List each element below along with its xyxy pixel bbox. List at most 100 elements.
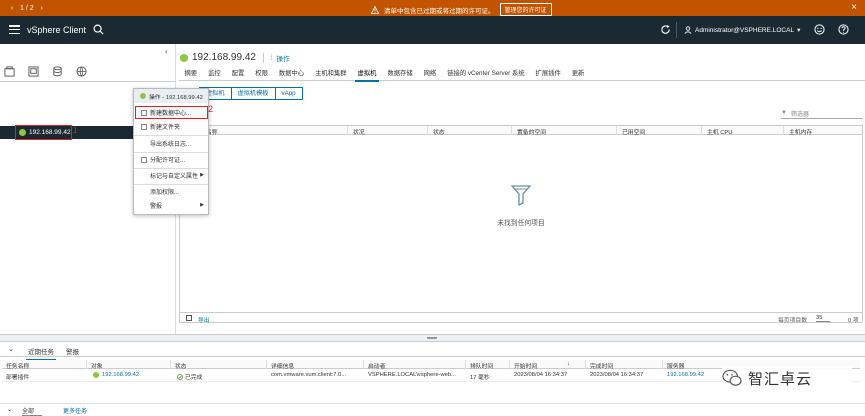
banner-pager: ‹ 1 / 2 › bbox=[8, 3, 46, 13]
hosts-clusters-icon[interactable] bbox=[4, 66, 15, 77]
column-toggle-icon[interactable] bbox=[186, 315, 192, 321]
tab-monitor[interactable]: 监控 bbox=[203, 69, 227, 81]
tab-hosts-clusters[interactable]: 主机和集群 bbox=[310, 69, 352, 81]
host-icon bbox=[93, 372, 99, 378]
menu-item-export-logs[interactable]: 导出系统日志... bbox=[134, 137, 208, 150]
networking-icon[interactable] bbox=[76, 66, 87, 77]
tab-configure[interactable]: 配置 bbox=[226, 69, 250, 81]
user-menu[interactable]: Administrator@VSPHERE.LOCAL ▾ bbox=[684, 26, 800, 34]
prev-icon[interactable]: ‹ bbox=[8, 5, 16, 12]
help-icon[interactable] bbox=[838, 24, 849, 35]
host-icon bbox=[19, 129, 26, 136]
tab-networks[interactable]: 网络 bbox=[418, 69, 442, 81]
more-vertical-icon: ⋮ bbox=[267, 53, 275, 61]
items-per-page-select[interactable]: 35 bbox=[816, 315, 831, 322]
col-completion[interactable]: 完成时间 bbox=[590, 361, 613, 370]
menu-label: 新建数据中心... bbox=[150, 111, 192, 117]
col-used[interactable]: 已用空间 bbox=[622, 127, 645, 136]
storage-icon[interactable] bbox=[52, 66, 63, 77]
page-title: 192.168.99.42 bbox=[192, 52, 256, 63]
manage-license-button[interactable]: 管理您的许可证 bbox=[499, 3, 552, 16]
tab-datacenters[interactable]: 数据中心 bbox=[273, 69, 309, 81]
empty-message: 未找到任何项目 bbox=[497, 220, 545, 227]
col-queued[interactable]: 排队时间 bbox=[470, 361, 493, 370]
menu-item-add-permission[interactable]: 添加权限... bbox=[134, 185, 208, 198]
tab-summary[interactable]: 摘要 bbox=[179, 69, 203, 81]
splitter-grip-icon bbox=[427, 337, 437, 339]
col-provisioned[interactable]: 置备的空间 bbox=[517, 127, 546, 136]
tab-datastores[interactable]: 数据存储 bbox=[382, 69, 418, 81]
tab-permissions[interactable]: 权限 bbox=[250, 69, 274, 81]
submenu-arrow-icon: ▶ bbox=[200, 202, 204, 208]
more-tasks-link[interactable]: 更多任务 bbox=[63, 406, 87, 415]
vms-templates-icon[interactable] bbox=[28, 66, 39, 77]
task-end: 2023/08/04 16:34:37 bbox=[590, 372, 644, 378]
menu-label: 分配许可证... bbox=[150, 158, 186, 164]
sort-arrow-icon[interactable]: ↓ bbox=[567, 361, 570, 367]
col-task-name[interactable]: 任务名称 bbox=[6, 361, 29, 370]
feedback-smile-icon[interactable] bbox=[814, 24, 825, 35]
tab-alarms[interactable]: 警报 bbox=[66, 346, 79, 356]
task-server[interactable]: 192.168.99.42 bbox=[667, 372, 704, 378]
tab-recent-tasks[interactable]: 近期任务 bbox=[26, 346, 56, 361]
col-server[interactable]: 服务器 bbox=[667, 361, 684, 370]
col-status[interactable]: 状态 bbox=[175, 361, 187, 370]
tab-extensions[interactable]: 扩展插件 bbox=[530, 69, 566, 81]
task-details: com.vmware.vum.client:7.0... bbox=[271, 372, 347, 378]
menu-item-tags[interactable]: 标记与自定义属性 ▶ bbox=[134, 169, 208, 182]
submenu-arrow-icon: ▶ bbox=[200, 172, 204, 178]
filter-input[interactable]: ▼ 筛选器 bbox=[781, 108, 863, 119]
menu-item-alarms[interactable]: 警报 ▶ bbox=[134, 199, 208, 212]
task-status: 已完成 bbox=[177, 372, 202, 381]
task-target[interactable]: 192.168.99.42 bbox=[93, 372, 139, 378]
menu-item-assign-license[interactable]: 分配许可证... bbox=[134, 153, 208, 166]
empty-filter-icon bbox=[511, 185, 531, 206]
export-link[interactable]: 导出 bbox=[198, 315, 210, 324]
task-name: 部署插件 bbox=[6, 375, 30, 381]
panel-splitter[interactable] bbox=[0, 334, 865, 342]
filter-placeholder: 筛选器 bbox=[790, 111, 809, 118]
col-host-mem[interactable]: 主机内存 bbox=[789, 127, 812, 136]
target-link[interactable]: 192.168.99.42 bbox=[102, 372, 139, 378]
app-header: vSphere Client Administrator@VSPHERE.LOC… bbox=[0, 16, 865, 44]
actions-menu[interactable]: ⋮ 操作 bbox=[268, 53, 290, 63]
object-header: 192.168.99.42 ⋮ 操作 bbox=[180, 52, 289, 63]
close-icon[interactable]: × bbox=[851, 2, 857, 13]
host-label: 192.168.99.42 bbox=[29, 129, 71, 136]
task-initiator: VSPHERE.LOCAL\vsphere-web... bbox=[368, 372, 456, 378]
col-target[interactable]: 对象 bbox=[91, 361, 103, 370]
col-initiator[interactable]: 启动者 bbox=[368, 361, 385, 370]
tasks-footer: ⌄ 全部 更多任务 bbox=[0, 403, 865, 416]
check-circle-icon bbox=[177, 373, 183, 380]
host-icon bbox=[180, 53, 188, 62]
tab-linked-vcenter[interactable]: 链接的 vCenter Server 系统 bbox=[442, 69, 530, 81]
next-icon[interactable]: › bbox=[38, 5, 46, 12]
menu-item-new-datacenter[interactable]: 新建数据中心... bbox=[134, 106, 208, 119]
collapse-panel-icon[interactable]: ‹ bbox=[165, 47, 168, 56]
step-marker-2: 2 bbox=[208, 104, 214, 114]
col-details[interactable]: 详细信息 bbox=[271, 361, 294, 370]
refresh-icon[interactable] bbox=[660, 24, 671, 35]
col-state[interactable]: 状态 bbox=[433, 127, 445, 136]
col-condition[interactable]: 状况 bbox=[353, 127, 365, 136]
chevron-down-icon: ▾ bbox=[797, 27, 801, 34]
tab-updates[interactable]: 更新 bbox=[566, 69, 590, 81]
subtab-vapp[interactable]: vApp bbox=[274, 87, 303, 100]
tasks-tabs: ⌄ 近期任务 警报 bbox=[0, 342, 865, 361]
tabs-divider bbox=[0, 81, 176, 82]
host-icon bbox=[140, 93, 146, 99]
col-start[interactable]: 开始时间 bbox=[514, 361, 537, 370]
tab-vms[interactable]: 虚拟机 bbox=[352, 69, 382, 82]
chevron-down-icon[interactable]: ⌄ bbox=[8, 345, 14, 353]
collapse-icon[interactable]: ⌄ bbox=[7, 406, 12, 413]
subtab-vm-templates[interactable]: 虚拟机模板 bbox=[230, 87, 276, 100]
user-icon bbox=[684, 26, 692, 34]
watermark: 智汇卓云 bbox=[722, 366, 852, 390]
inventory-tabs bbox=[4, 66, 87, 77]
menu-label: 警报 bbox=[150, 204, 163, 210]
menu-item-new-folder[interactable]: 新建文件夹 bbox=[134, 120, 208, 133]
search-icon[interactable] bbox=[93, 24, 104, 35]
menu-icon[interactable] bbox=[9, 25, 20, 34]
col-host-cpu[interactable]: 主机 CPU bbox=[707, 127, 732, 136]
watermark-text: 智汇卓云 bbox=[748, 369, 813, 388]
